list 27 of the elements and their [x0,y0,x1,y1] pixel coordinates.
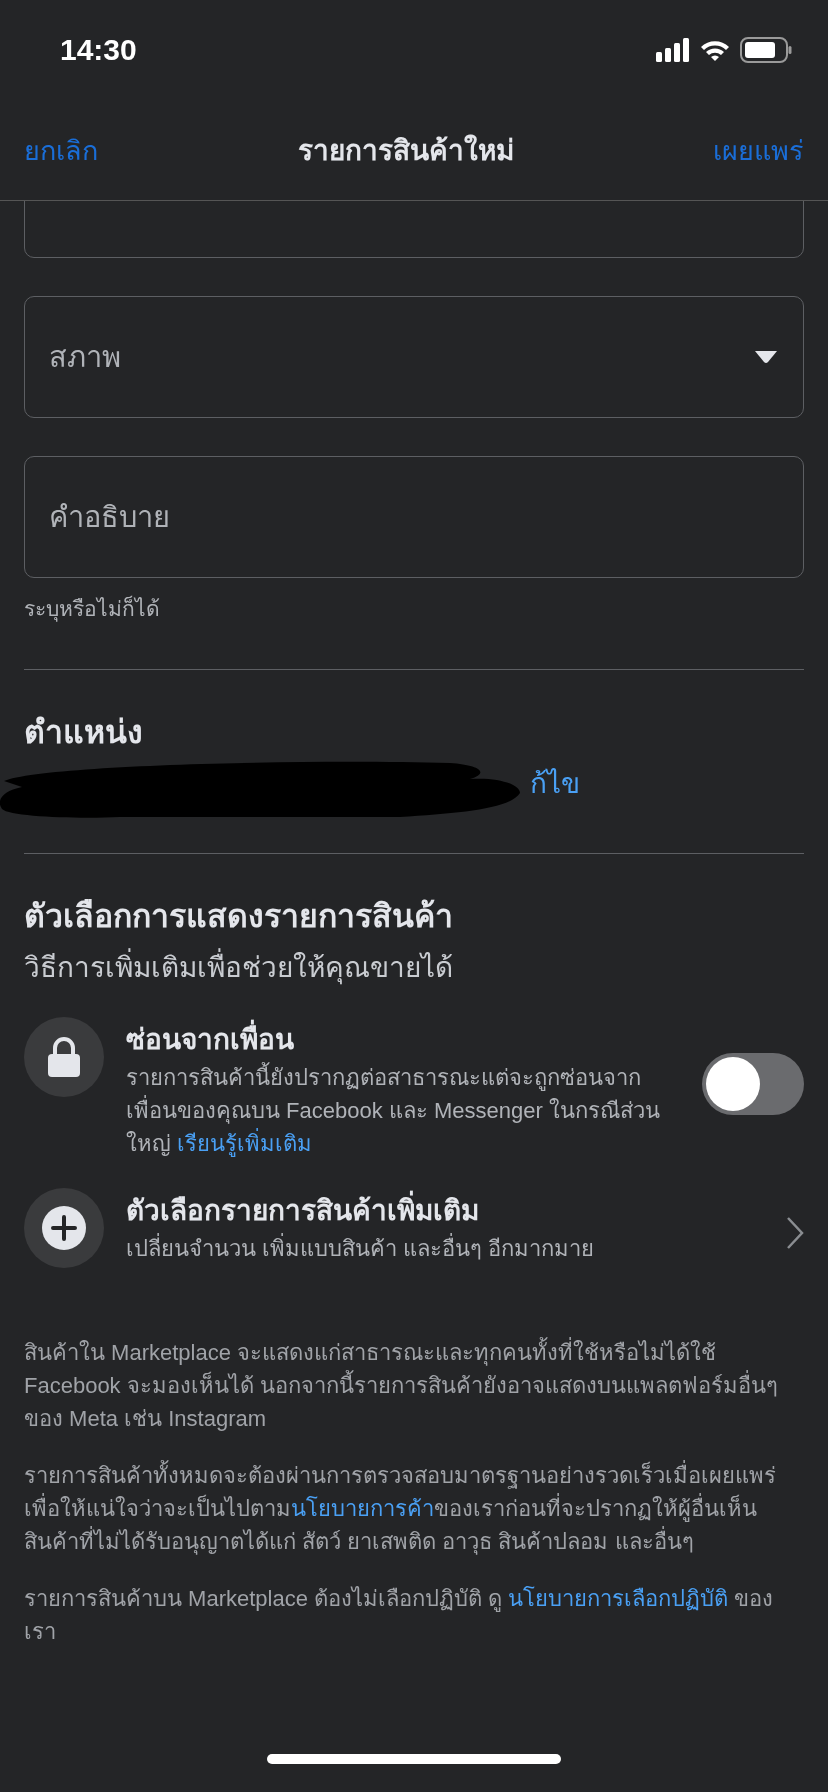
signal-icon [656,38,690,62]
wifi-icon [700,38,730,62]
section-subtitle: วิธีการเพิ่มเติมเพื่อช่วยให้คุณขายได้ [24,945,804,989]
policy-link[interactable]: นโยบายการค้า [291,1496,434,1521]
notice-paragraph: สินค้าใน Marketplace จะแสดงแก่สาธารณะและทุกคนทั้งที่ใช้หรือไม่ได้ใช้ Facebook จะมองเห็นได้ นอกจากนี้รายการสินค้ายังอาจแสดงบนแพลตฟอร์มอื่นๆ ของ Meta เช่น Instagram [24,1336,804,1435]
dropdown-caret-icon [753,350,779,364]
edit-link[interactable]: ก้ไข [530,761,580,805]
notice-paragraph: รายการสินค้าบน Marketplace ต้องไม่เลือกปฏิบัติ ดู นโยบายการเลือกปฏิบัติ ของเรา [24,1585,775,1646]
option-description: รายการสินค้านี้ยังปรากฏต่อสาธารณะแต่จะถูกซ่อนจากเพื่อนของคุณบน Facebook และ Messenger ในกรณีส่วนใหญ่ เรียนรู้เพิ่มเติม [126,1061,680,1160]
option-title[interactable]: ซ่อนจากเพื่อน [126,1017,680,1061]
optional-hint: ระบุหรือไม่ก็ได้ [24,594,161,624]
notice-paragraph: รายการสินค้าทั้งหมดจะต้องผ่านการตรวจสอบมาตรฐานอย่างรวดเร็วเมื่อเผยแพร่เพื่อให้แน่ใจว่าจะเป็นไปตามนโยบายการค้าของเราก่อนที่จะปรากฏให้ผู้อื่นเห็น สินค้าที่ไม่ได้รับอนุญาตได้แก่ สัตว์ ยาเสพติด อาวุธ สินค้าปลอม และอื่นๆ [24,1459,804,1558]
policy-link[interactable]: นโยบายการเลือกปฏิบัติ [508,1586,729,1611]
condition-dropdown[interactable]: สภาพ [24,296,804,418]
status-time: 14:30 [60,33,137,67]
description-field[interactable]: คำอธิบาย [24,456,804,578]
battery-icon [740,37,792,63]
plus-icon [42,1206,86,1250]
page-title: รายการสินค้าใหม่ [297,133,514,168]
option-description: เปลี่ยนจำนวน เพิ่มแบบสินค้า และอื่นๆ อีกมากมาย [126,1232,764,1265]
section-title: ตำแหน่ง [24,713,144,752]
cancel-button[interactable]: ยกเลิก [24,128,98,172]
option-title[interactable]: ตัวเลือกรายการสินค้าเพิ่มเติม [126,1188,764,1232]
chevron-right-icon[interactable] [786,1216,804,1250]
lock-icon [47,1036,81,1078]
publish-button[interactable]: เผยแพร่ [713,128,804,172]
section-title: ตัวเลือกการแสดงรายการสินค้า [24,897,454,936]
